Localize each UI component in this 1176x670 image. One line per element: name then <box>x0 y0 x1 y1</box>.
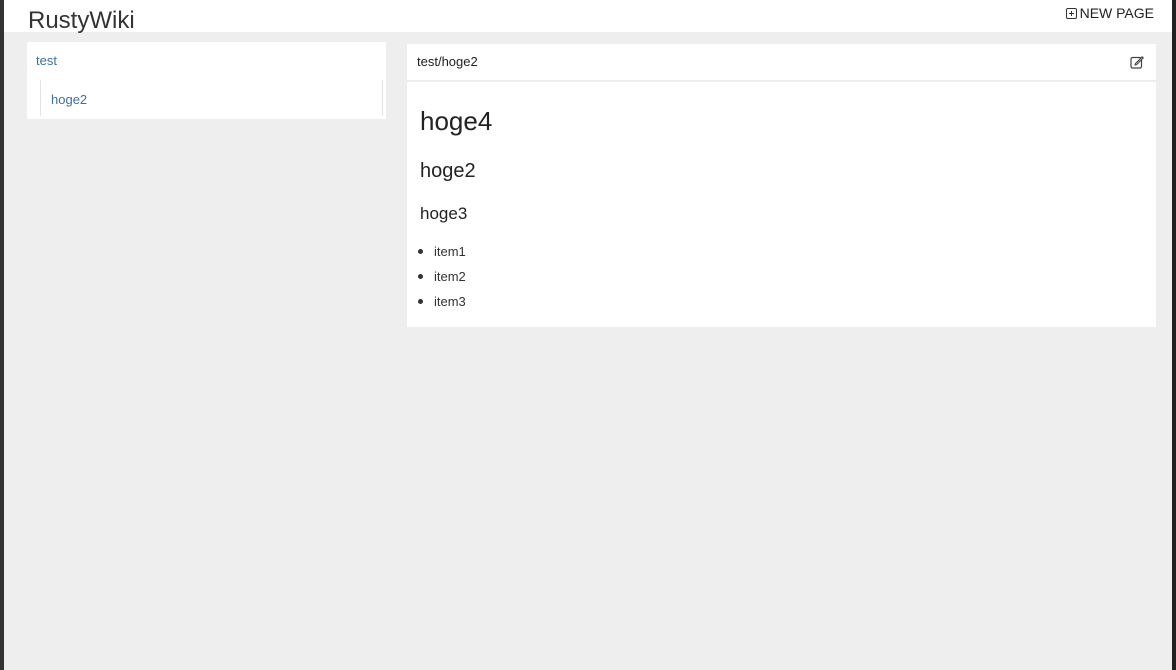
list-item: item3 <box>417 293 466 318</box>
heading-hoge3: hoge3 <box>420 204 468 223</box>
list-item: item2 <box>417 268 466 293</box>
tree-item-test[interactable]: test <box>36 53 57 68</box>
list-item: item1 <box>417 243 466 268</box>
bullet-icon <box>418 299 423 304</box>
heading-hoge4: hoge4 <box>420 106 493 136</box>
new-page-label: NEW PAGE <box>1079 5 1154 21</box>
page-card: test/hoge2 hoge4 hoge2 hoge3 item1 item2… <box>407 44 1156 327</box>
heading-hoge2: hoge2 <box>420 160 476 182</box>
window-edge-left <box>0 0 4 670</box>
tree-item-hoge2[interactable]: hoge2 <box>51 92 87 107</box>
tree-children: hoge2 <box>40 80 383 116</box>
bullet-icon <box>418 274 423 279</box>
page-path: test/hoge2 <box>417 54 478 69</box>
window-edge-right <box>1172 0 1176 670</box>
plus-box-icon <box>1065 7 1077 19</box>
page-header: test/hoge2 <box>407 44 1156 82</box>
list-item-text: item3 <box>434 294 466 309</box>
app-title[interactable]: RustyWiki <box>28 6 135 36</box>
app-header: RustyWiki NEW PAGE <box>4 0 1172 34</box>
new-page-button[interactable]: NEW PAGE <box>1065 4 1154 22</box>
item-list: item1 item2 item3 <box>417 243 466 318</box>
bullet-icon <box>418 249 423 254</box>
page-tree-sidebar: test hoge2 <box>27 42 386 119</box>
edit-icon[interactable] <box>1130 55 1144 69</box>
list-item-text: item2 <box>434 269 466 284</box>
list-item-text: item1 <box>434 244 466 259</box>
